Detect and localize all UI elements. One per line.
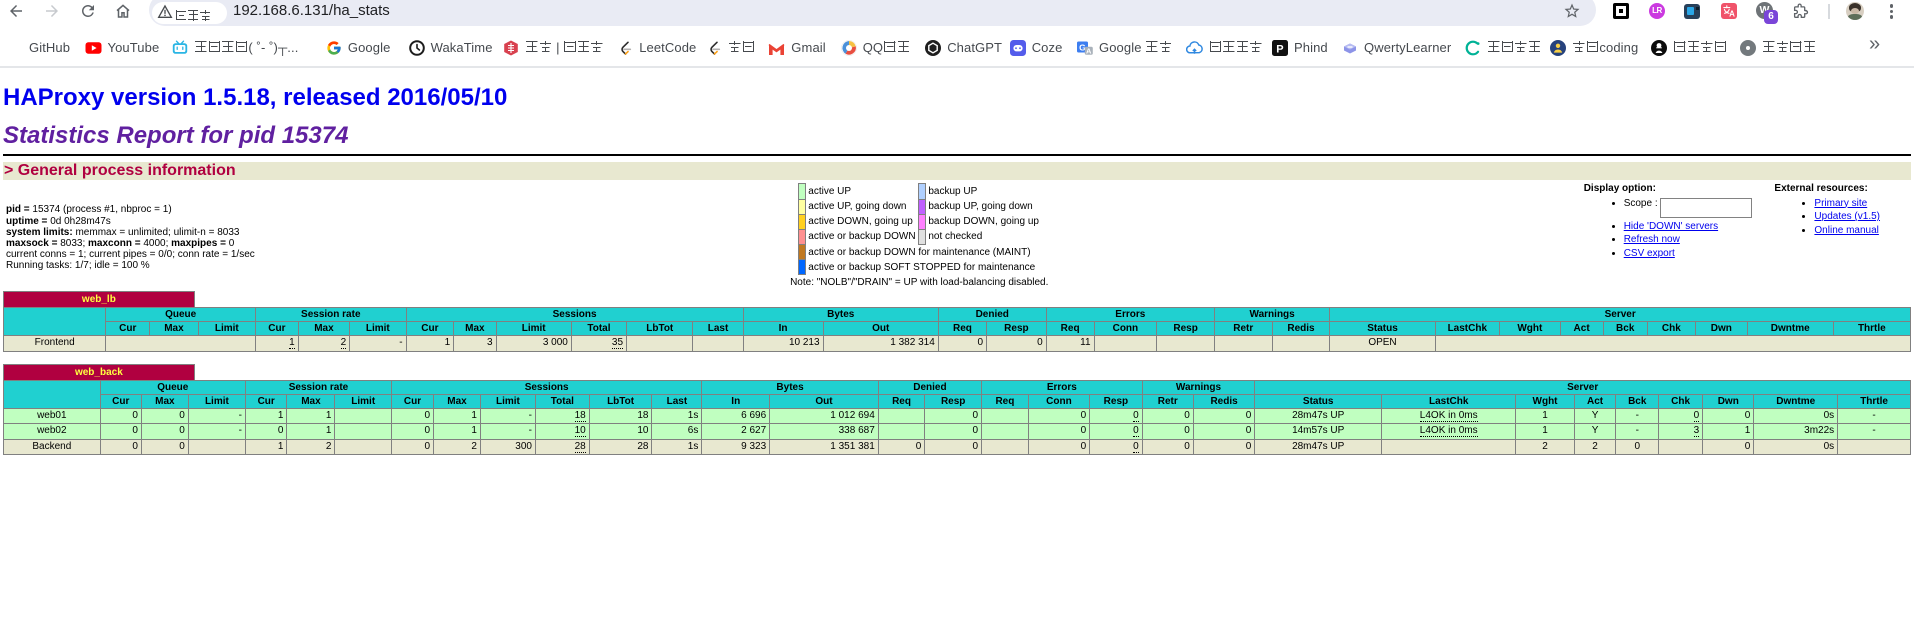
svg-text:A: A (1086, 46, 1092, 55)
svg-text:A: A (1729, 9, 1735, 18)
svg-text:P: P (1276, 43, 1283, 55)
